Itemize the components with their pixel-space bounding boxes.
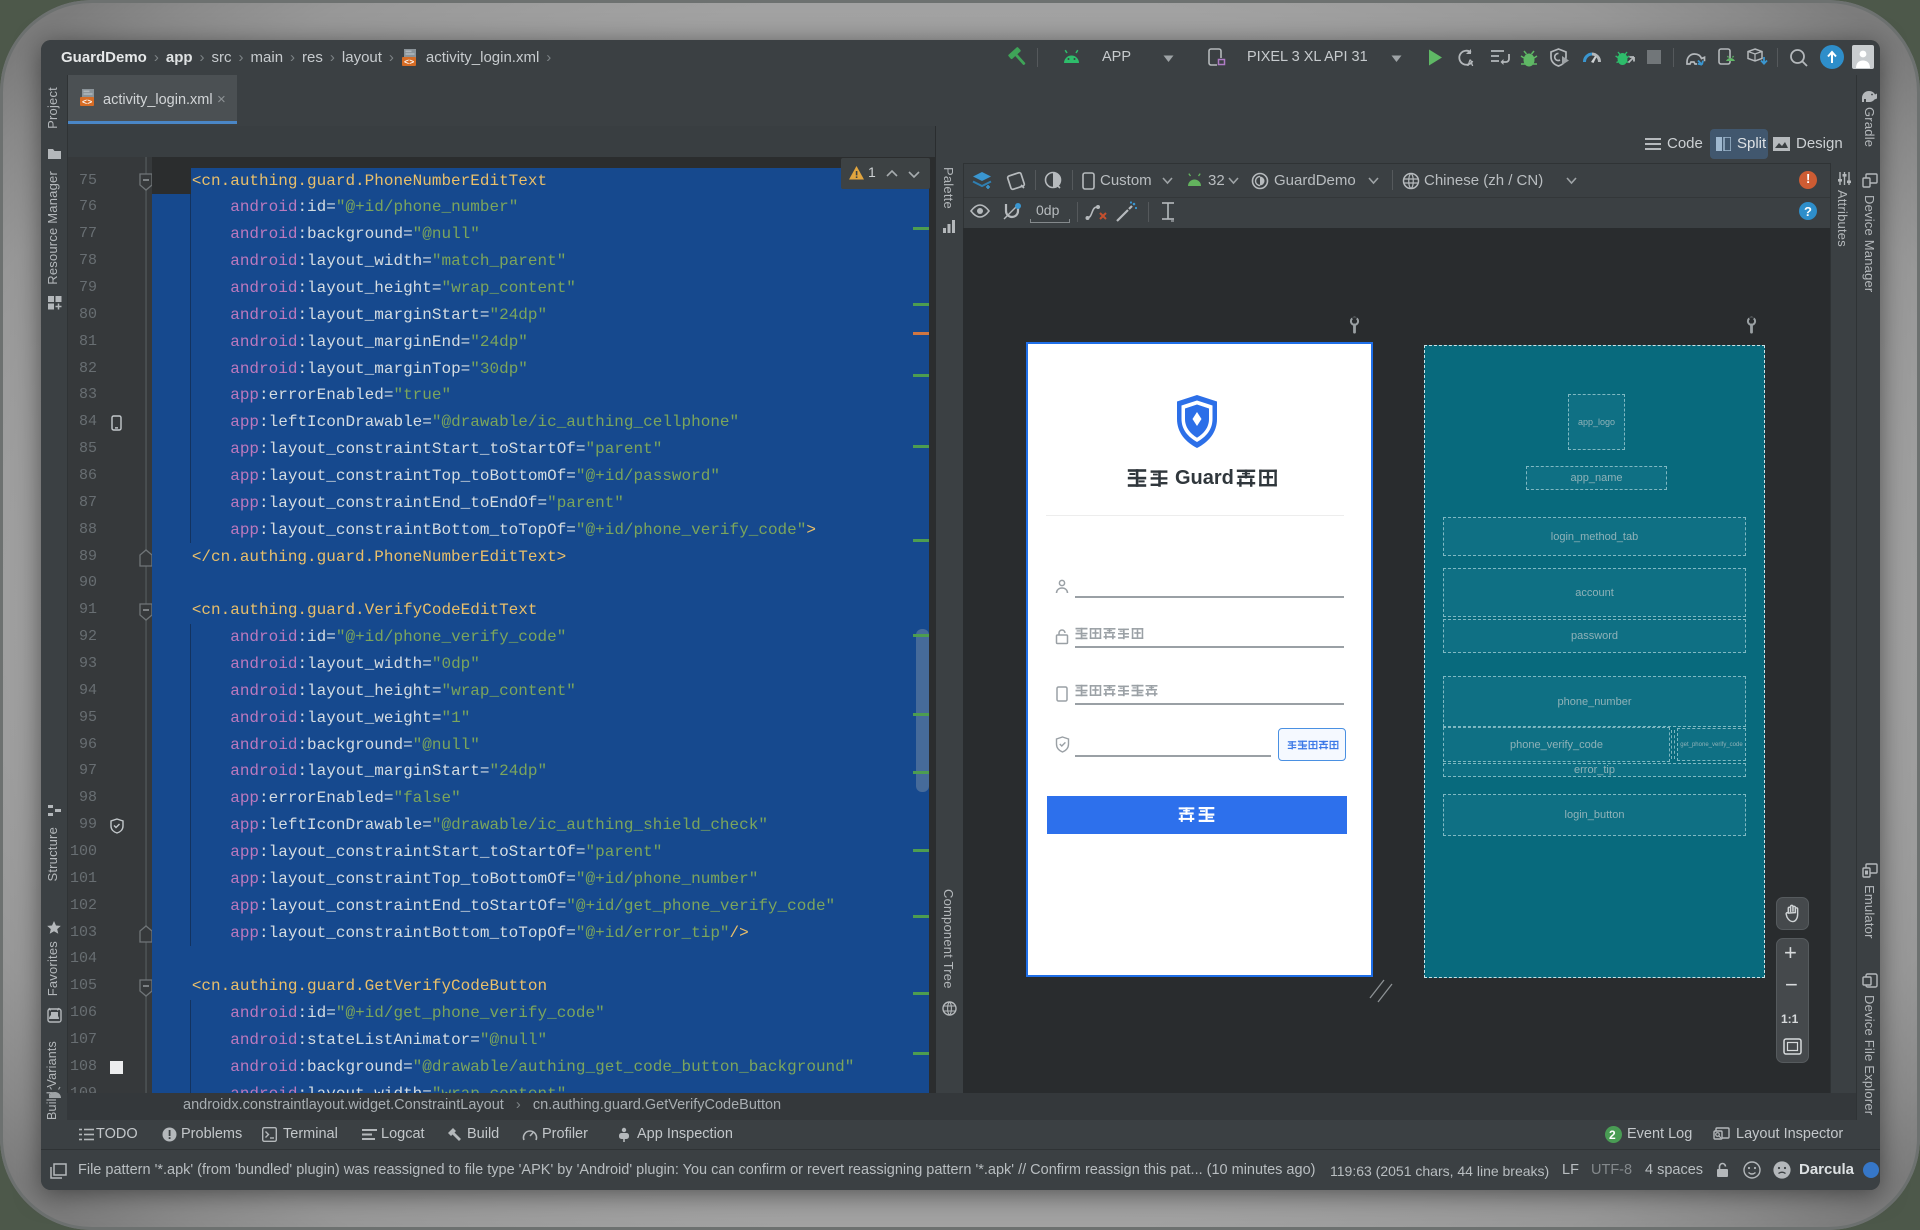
svg-text:<>: <> bbox=[82, 98, 92, 108]
svg-text:A: A bbox=[1467, 58, 1474, 67]
